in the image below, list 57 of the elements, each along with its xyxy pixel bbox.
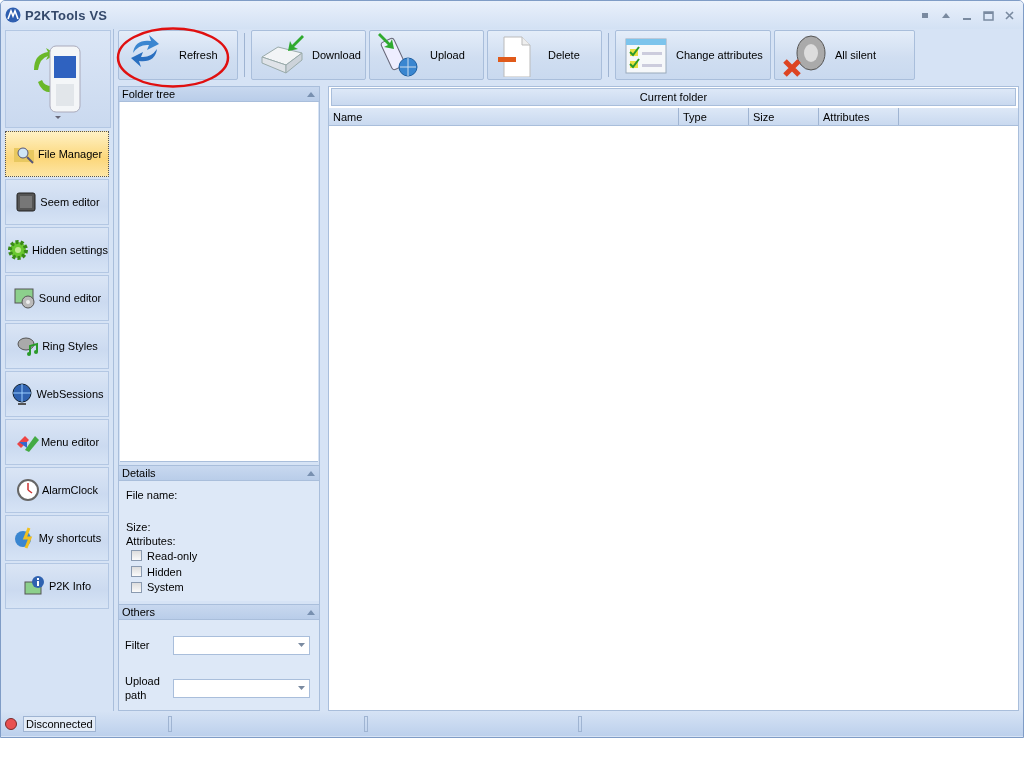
app-logo-icon <box>5 7 21 23</box>
info-badge-icon <box>22 574 47 598</box>
panel-title: Folder tree <box>122 88 176 100</box>
drive-with-arrow-icon <box>258 33 306 77</box>
gear-icon <box>6 238 31 262</box>
checkbox-label: Read-only <box>147 549 198 562</box>
toolbar-button[interactable]: Upload <box>369 30 484 80</box>
sidebar-item[interactable]: File Manager <box>5 131 109 177</box>
close-icon[interactable] <box>1004 9 1015 21</box>
column-header[interactable]: Name <box>329 108 679 125</box>
panel-title: Current folder <box>331 88 1016 106</box>
speaker-music-note-icon <box>16 334 41 358</box>
toolbar-button[interactable]: Refresh <box>118 30 238 80</box>
sidebar-item[interactable]: AlarmClock <box>5 467 109 513</box>
sidebar-item[interactable]: WebSessions <box>5 371 109 417</box>
toolbar-button[interactable]: Download <box>251 30 366 80</box>
toolbar-button[interactable]: All silent <box>774 30 915 80</box>
checkbox[interactable] <box>131 566 142 577</box>
dropdown-caret-icon <box>298 686 305 691</box>
field-label: Upload path <box>125 674 161 703</box>
column-header[interactable]: Type <box>679 108 749 125</box>
speaker-picture-icon <box>12 286 37 310</box>
sidebar-item[interactable]: Ring Styles <box>5 323 109 369</box>
globe-icon <box>10 382 35 406</box>
checkbox[interactable] <box>131 550 142 562</box>
dark-device-icon <box>14 190 39 214</box>
speaker-with-cross-icon <box>781 33 829 77</box>
clock-icon <box>15 478 40 502</box>
toolbar-button[interactable]: Delete <box>487 30 602 80</box>
status-text: Disconnected <box>23 715 96 732</box>
checkbox-label: System <box>147 581 184 594</box>
sidebar-item[interactable]: My shortcuts <box>5 515 109 561</box>
dropdown-field[interactable] <box>173 678 310 698</box>
sidebar-item[interactable]: Sound editor <box>5 275 109 321</box>
column-header[interactable]: Attributes <box>819 108 899 125</box>
collapse-arrow-icon <box>307 91 315 97</box>
column-header[interactable]: Size <box>749 108 819 125</box>
collapse-arrow-icon <box>307 470 315 476</box>
dropdown-field[interactable] <box>173 635 310 655</box>
sidebar-item[interactable]: P2K Info <box>5 563 109 609</box>
dropdown-caret-icon <box>55 115 61 119</box>
field-label: Filter <box>125 638 151 653</box>
sidebar-item[interactable]: Seem editor <box>5 179 109 225</box>
maximize-icon[interactable] <box>983 9 994 21</box>
panel-title: Details <box>122 467 156 479</box>
field-label: File name: <box>126 488 179 502</box>
sidebar-item[interactable]: Menu editor <box>5 419 109 465</box>
dropdown-caret-icon <box>298 643 305 648</box>
collapse-arrow-icon <box>307 609 315 615</box>
checkbox-label: Hidden <box>147 565 182 578</box>
panel-title: Others <box>122 606 155 618</box>
window-title: P2KTools VS <box>25 7 108 23</box>
checkbox[interactable] <box>131 581 142 593</box>
field-label: Size: <box>126 520 152 534</box>
field-label: Attributes: <box>126 534 177 548</box>
sidebar-item[interactable]: Hidden settings <box>5 227 109 273</box>
toolbar-button[interactable]: Change attributes <box>615 30 771 80</box>
